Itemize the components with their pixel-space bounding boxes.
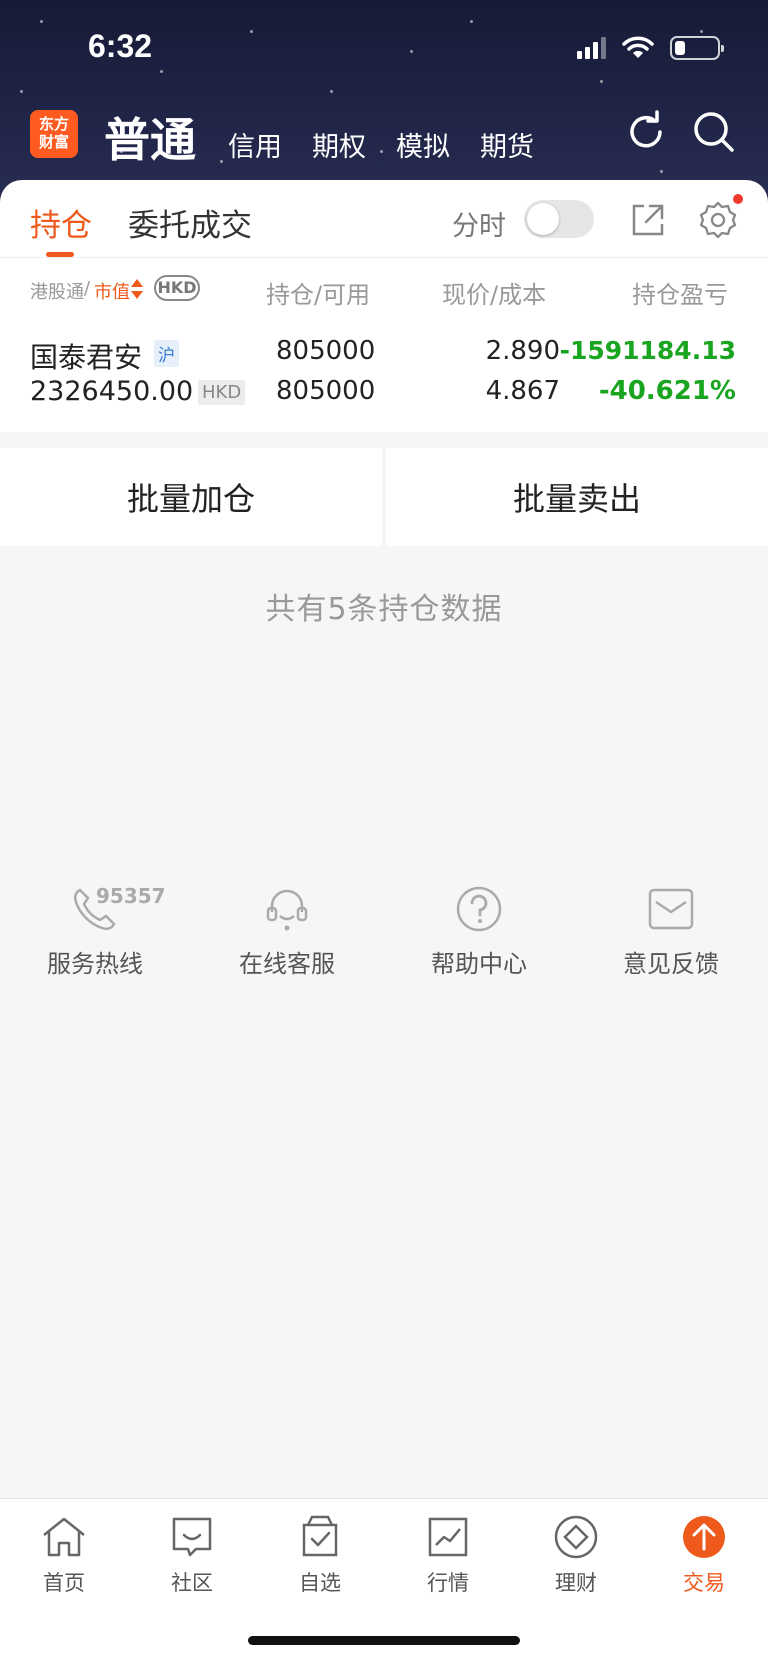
active-tab-indicator — [46, 252, 74, 257]
currency-badge[interactable]: HKD — [154, 275, 200, 301]
hotline-number: 95357 — [96, 884, 166, 908]
col-sep: / — [84, 278, 91, 299]
service-label: 帮助中心 — [431, 950, 527, 978]
trade-icon — [683, 1516, 725, 1558]
service-online-support[interactable]: 在线客服 — [192, 884, 382, 979]
available-qty: 805000 — [276, 376, 376, 406]
service-help-center[interactable]: 帮助中心 — [384, 884, 574, 979]
status-time: 6:32 — [88, 28, 153, 64]
watchlist-icon — [302, 1515, 338, 1557]
service-feedback[interactable]: 意见反馈 — [576, 884, 766, 979]
pnl-amount: -1591184.13 — [559, 336, 736, 365]
position-tabbar: 持仓 委托成交 分时 — [0, 180, 768, 258]
nav-market[interactable]: 行情 — [384, 1513, 512, 1597]
service-label: 服务热线 — [47, 950, 143, 978]
cellular-signal-icon — [577, 37, 606, 59]
tab-normal[interactable]: 普通 — [104, 104, 196, 170]
market-value: 2326450.00 — [30, 376, 194, 407]
col-market-value[interactable]: 市值 — [94, 278, 130, 304]
nav-trade[interactable]: 交易 — [640, 1513, 768, 1597]
market-icon — [428, 1517, 468, 1557]
account-type-tabs: 普通 信用 期权 模拟 期货 — [104, 104, 564, 170]
toggle-knob — [527, 203, 559, 235]
service-label: 在线客服 — [239, 950, 335, 978]
share-export-icon[interactable] — [630, 202, 666, 238]
currency-tag: HKD — [198, 380, 246, 405]
tab-credit[interactable]: 信用 — [228, 125, 282, 164]
search-icon[interactable] — [692, 110, 736, 154]
col-hk-connect: 港股通 — [30, 282, 84, 303]
column-header: 港股通 / 市值 HKD 持仓/可用 现价/成本 持仓盈亏 — [0, 258, 768, 320]
batch-add-button[interactable]: 批量加仓 — [0, 448, 382, 546]
refresh-icon[interactable] — [624, 110, 668, 154]
nav-label: 行情 — [427, 1571, 469, 1595]
service-label: 意见反馈 — [623, 950, 719, 978]
current-price: 2.890 — [485, 336, 560, 366]
home-indicator[interactable] — [248, 1636, 520, 1645]
fenshi-toggle[interactable] — [524, 200, 594, 238]
col-pnl: 持仓盈亏 — [632, 281, 728, 309]
tab-futures[interactable]: 期货 — [480, 125, 534, 164]
holding-qty: 805000 — [276, 336, 376, 366]
fenshi-label: 分时 — [452, 211, 506, 242]
notification-dot — [733, 194, 743, 204]
mail-icon — [648, 888, 694, 930]
status-icons — [577, 36, 724, 60]
help-icon — [456, 886, 502, 932]
col-price-cost: 现价/成本 — [442, 281, 547, 309]
wealth-icon — [554, 1515, 598, 1559]
batch-sell-button[interactable]: 批量卖出 — [386, 448, 768, 546]
pnl-percent: -40.621% — [598, 376, 736, 406]
tab-orders-trades[interactable]: 委托成交 — [128, 200, 252, 245]
sort-arrows-icon[interactable] — [130, 278, 144, 300]
settings-gear-icon[interactable] — [698, 200, 738, 240]
wifi-icon — [622, 36, 654, 58]
nav-label: 理财 — [555, 1571, 597, 1595]
nav-community[interactable]: 社区 — [128, 1513, 256, 1597]
market-tag: 沪 — [154, 340, 179, 367]
tab-simulated[interactable]: 模拟 — [396, 125, 450, 164]
positions-card: 持仓 委托成交 分时 港股通 / 市值 HKD 持仓/可用 现价/成本 持仓盈亏… — [0, 180, 768, 432]
nav-label: 自选 — [299, 1571, 341, 1595]
nav-home[interactable]: 首页 — [0, 1513, 128, 1597]
tab-options[interactable]: 期权 — [312, 125, 366, 164]
nav-label: 交易 — [683, 1571, 725, 1595]
nav-label: 首页 — [43, 1571, 85, 1595]
battery-icon — [670, 36, 724, 60]
col-holding-available: 持仓/可用 — [266, 281, 371, 309]
headset-icon — [266, 889, 308, 931]
nav-label: 社区 — [171, 1571, 213, 1595]
nav-wealth[interactable]: 理财 — [512, 1513, 640, 1597]
stock-name: 国泰君安 — [30, 341, 143, 374]
holdings-count-text: 共有5条持仓数据 — [265, 592, 503, 627]
app-logo: 东方 财富 — [30, 110, 78, 158]
tab-holdings[interactable]: 持仓 — [30, 200, 92, 245]
cost-price: 4.867 — [485, 376, 560, 406]
home-icon — [43, 1517, 85, 1557]
nav-watchlist[interactable]: 自选 — [256, 1513, 384, 1597]
holding-row[interactable]: 国泰君安 沪 2326450.00 HKD 805000 805000 2.89… — [0, 320, 768, 440]
community-icon — [172, 1517, 212, 1557]
